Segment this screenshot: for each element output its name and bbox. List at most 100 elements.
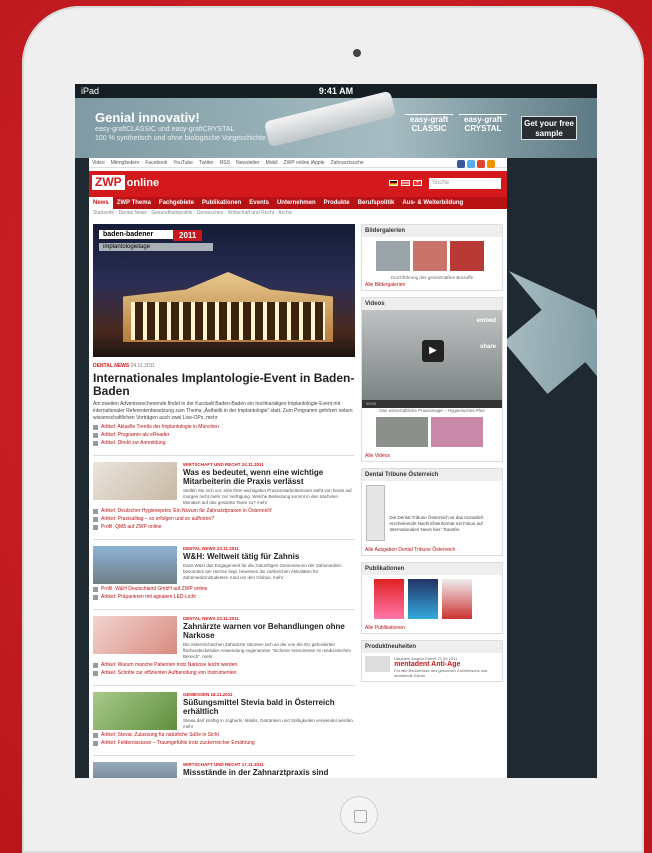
gallery-thumb[interactable] [413,241,447,271]
lead-body: Am zweiten Adventswochenende findet in d… [93,401,353,421]
ad-subline: easy-graftCLASSIC und easy-graftCRYSTAL 1… [95,126,266,142]
nav-item[interactable]: Fachgebiete [155,197,198,209]
search-input[interactable]: Suche [429,178,501,189]
related-link[interactable]: Profil: W&H Deutschland GmbH auf ZWP onl… [93,586,355,592]
logo-crystal: easy-graft CRYSTAL [459,114,507,136]
flag-de-icon[interactable] [389,180,398,186]
publication-cover[interactable] [374,579,404,619]
top-link[interactable]: Zahnarztsuche [331,160,364,166]
youtube-icon[interactable] [477,160,485,168]
related-link[interactable]: Artikel: Stevia: Zulassung für natürlich… [93,732,355,738]
top-link[interactable]: Video [92,160,105,166]
article-title[interactable]: W&H: Weltweit tätig für Zahnis [183,552,355,561]
related-link[interactable]: Artikel: Direkt zur Anmeldung [93,440,355,446]
syringe-image [263,90,397,148]
home-button[interactable] [340,796,378,834]
article-body: Die österreichischen Zahnärzte stimmen s… [183,642,351,659]
logo-text: online [126,176,160,189]
social-icons [457,160,495,168]
top-link[interactable]: ZWP online iApple [284,160,325,166]
video-caption: Das wirtschaftliche Praxisimage – Hygien… [379,408,485,413]
nav-item[interactable]: Publikationen [198,197,245,209]
article-thumb[interactable] [93,692,177,730]
top-link[interactable]: Twitter [199,160,214,166]
related-link[interactable]: Profil: QM8 auf ZWP online [93,524,355,530]
rss-icon[interactable] [487,160,495,168]
all-publications-link[interactable]: Alle Publikationen [362,623,502,633]
related-link[interactable]: Artikel: Warum manche Patienten trotz Na… [93,662,355,668]
hero-image[interactable]: baden-badener 2011 implantologietage [93,224,355,357]
flag-at-icon[interactable] [401,180,410,186]
video-thumb[interactable] [431,417,483,447]
article-thumb[interactable] [93,762,177,778]
top-link[interactable]: Mitmgliedern [111,160,140,166]
ipad-screen: iPad 9:41 AM Genial innovativ! easy-graf… [75,84,597,778]
all-galleries-link[interactable]: Alle Bildergalerien [362,280,502,290]
dti-text: Die Dental Tribune Österreich ist das mo… [389,515,484,532]
related-link[interactable]: Artikel: Schritte zur effizienten Aufber… [93,670,355,676]
facebook-icon[interactable] [457,160,465,168]
banner-ad[interactable]: Genial innovativ! easy-graftCLASSIC und … [75,90,597,158]
breadcrumb: Startseite · Dental News · Gesundheitspo… [93,210,293,216]
article-thumb[interactable] [93,546,177,584]
nav-item[interactable]: Unternehmen [273,197,320,209]
article-tag: DENTAL NEWS 23.11.2011 [183,546,239,551]
related-link[interactable]: Artikel: Präparieren mit agnalem LED-Lic… [93,594,355,600]
video-thumb[interactable] [376,417,428,447]
dti-link[interactable]: Alle Ausgaben Dental Tribune Österreich [362,545,502,555]
dti-title: Dental Tribune Österreich [362,469,502,481]
article-title[interactable]: Missstände in der Zahnarztpraxis sind ve… [183,768,355,778]
article-tag: WIRTSCHAFT UND RECHT 17.11.2011 [183,762,264,767]
logo-box: ZWP [92,175,125,190]
article-title[interactable]: Süßungsmittel Stevia bald in Österreich … [183,698,355,716]
hero-sub: implantologietage [99,243,213,251]
publication-cover[interactable] [408,579,438,619]
main-nav: News ZWP Thema Fachgebiete Publikationen Eve… [89,197,507,209]
lead-tag: DENTAL NEWS 24.11.2011 [93,363,155,369]
top-link[interactable]: Mobil [266,160,278,166]
related-link[interactable]: Artikel: Programm als eReader [93,432,355,438]
gallery-thumb[interactable] [376,241,410,271]
lead-title[interactable]: Internationales Implantologie-Event in B… [93,372,355,398]
nav-item[interactable]: News [89,197,113,209]
zwp-logo[interactable]: ZWP online [92,175,159,190]
article-tag: DENTAL NEWS 23.11.2011 [183,616,239,621]
gallery-thumb[interactable] [450,241,484,271]
product-name[interactable]: mentadent Anti-Age [394,661,499,668]
dti-cover[interactable] [366,485,386,541]
nav-item[interactable]: Events [245,197,273,209]
related-link[interactable]: Artikel: Praxisalltag – so erfolgen und … [93,516,355,522]
twitter-icon[interactable] [467,160,475,168]
related-link[interactable]: Artikel: Deutscher Hygienepreis 'Ein Nov… [93,508,355,514]
hero-label: baden-badener [99,230,181,239]
flag-ch-icon[interactable]: + [413,180,422,186]
related-link[interactable]: Artikel: Feldernissüsse – Traumgefühle t… [93,740,355,746]
article-list: WIRTSCHAFT UND RECHT 24.11.2011 Was es be… [93,455,355,778]
article-title[interactable]: Was es bedeutet, wenn eine wichtige Mita… [183,468,355,486]
status-time: 9:41 AM [318,86,354,96]
free-sample-button[interactable]: Get your free sample [521,116,577,140]
product-image[interactable] [365,656,391,672]
gallery-title: Bildergalerien [362,225,502,237]
top-link[interactable]: YouTube [173,160,193,166]
nav-item[interactable]: ZWP Thema [113,197,155,209]
products-box: Produktneuheiten Ultradent Austria GmbH … [361,640,503,682]
all-videos-link[interactable]: Alle Videos [362,451,502,461]
nav-item[interactable]: Aus- & Weiterbildung [398,197,467,209]
video-controls[interactable]: 00:00 [362,400,502,408]
nav-item[interactable]: Produkte [320,197,354,209]
article-thumb[interactable] [93,462,177,500]
share-icon[interactable]: share [480,344,496,350]
products-title: Produktneuheiten [362,641,502,653]
play-icon[interactable]: ▶ [422,340,444,362]
top-link[interactable]: Newsletter [236,160,260,166]
publication-cover[interactable] [442,579,472,619]
top-link[interactable]: RSS [220,160,230,166]
article-thumb[interactable] [93,616,177,654]
article-title[interactable]: Zahnärzte warnen vor Behandlungen ohne N… [183,622,355,640]
video-player[interactable]: ▶ embed share [362,310,502,400]
nav-item[interactable]: Berufspolitik [354,197,399,209]
embed-icon[interactable]: embed [477,318,496,324]
top-link[interactable]: Facebook [145,160,167,166]
related-link[interactable]: Artikel: Aktuelle Trends der Implantolog… [93,424,355,430]
